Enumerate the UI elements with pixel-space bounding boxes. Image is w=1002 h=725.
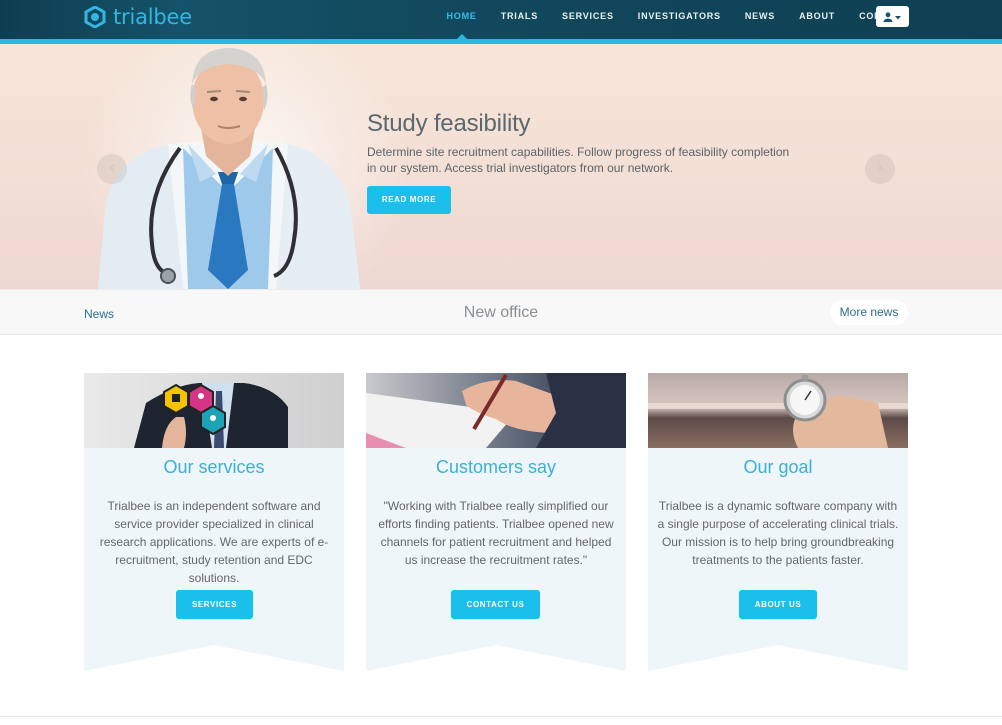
card-title: Our services	[163, 457, 265, 477]
nav-label: INVESTIGATORS	[637, 11, 721, 21]
top-navbar: trialbee HOME TRIALS SERVICES INVESTIGAT…	[0, 0, 1002, 39]
user-menu-button[interactable]	[876, 6, 909, 27]
chevron-left-icon: ‹	[108, 157, 116, 178]
nav-item-about[interactable]: ABOUT	[799, 0, 835, 39]
nav-item-news[interactable]: NEWS	[745, 0, 775, 39]
hero-slider: ‹ › Study feasibility Determine site rec…	[0, 44, 1002, 289]
main-menu: HOME TRIALS SERVICES INVESTIGATORS NEWS …	[423, 0, 909, 39]
more-news-button[interactable]: More news	[830, 300, 908, 325]
nav-label: TRIALS	[500, 11, 539, 21]
read-more-button[interactable]: READ MORE	[367, 186, 451, 214]
slider-next-button[interactable]: ›	[865, 154, 895, 184]
footer-divider	[0, 716, 1002, 717]
nav-label: ABOUT	[799, 11, 836, 21]
card-title: Our goal	[743, 457, 813, 477]
chevron-right-icon: ›	[876, 157, 884, 178]
card-text: "Working with Trialbee really simplified…	[378, 499, 614, 567]
card-text: Trialbee is a dynamic software company w…	[657, 499, 899, 567]
doctor-illustration	[98, 48, 360, 289]
stopwatch-image	[648, 373, 908, 448]
nav-label: SERVICES	[562, 11, 614, 21]
trialbee-logo-icon	[84, 6, 106, 28]
user-dropdown-icon	[883, 11, 901, 22]
brand-logo[interactable]: trialbee	[84, 5, 192, 29]
services-button[interactable]: SERVICES	[176, 590, 253, 619]
hero-description: Determine site recruitment capabilities.…	[367, 145, 790, 175]
card-goal: Our goal Trialbee is a dynamic software …	[648, 373, 908, 671]
nav-item-home[interactable]: HOME	[447, 0, 477, 39]
writing-hand-image	[366, 373, 626, 448]
slider-prev-button[interactable]: ‹	[97, 154, 127, 184]
nav-item-investigators[interactable]: INVESTIGATORS	[638, 0, 721, 39]
nav-item-services[interactable]: SERVICES	[562, 0, 614, 39]
hero-title: Study feasibility	[367, 110, 531, 137]
contact-us-button[interactable]: CONTACT US	[451, 590, 540, 619]
news-ticker: News New office More news	[0, 289, 1002, 335]
card-services: Our services Trialbee is an independent …	[84, 373, 344, 671]
card-text: Trialbee is an independent software and …	[99, 499, 329, 585]
nav-label: NEWS	[744, 11, 776, 21]
nav-item-trials[interactable]: TRIALS	[501, 0, 538, 39]
brand-name: trialbee	[113, 5, 192, 29]
nav-label: HOME	[446, 11, 477, 21]
services-image	[84, 373, 344, 448]
about-us-button[interactable]: ABOUT US	[739, 590, 817, 619]
card-title: Customers say	[435, 457, 557, 477]
card-testimonial: Customers say "Working with Trialbee rea…	[366, 373, 626, 671]
